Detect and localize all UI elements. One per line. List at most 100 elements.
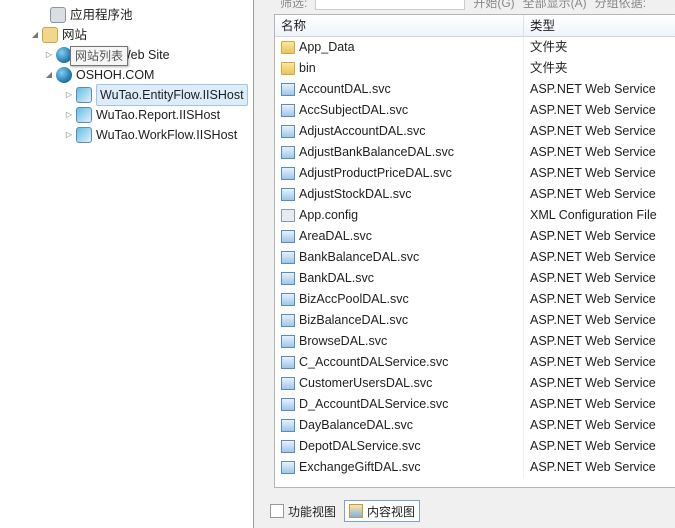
tree-node[interactable]: ▷ WuTao.Report.IISHost (64, 105, 220, 125)
item-type: ASP.NET Web Service (530, 124, 656, 138)
list-item[interactable]: BrowseDAL.svc ASP.NET Web Service (275, 331, 675, 352)
service-file-icon (281, 419, 295, 432)
features-view-icon (270, 504, 284, 518)
item-type: ASP.NET Web Service (530, 229, 656, 243)
item-name: AdjustBankBalanceDAL.svc (299, 145, 454, 159)
list-item[interactable]: BankBalanceDAL.svc ASP.NET Web Service (275, 247, 675, 268)
service-file-icon (281, 356, 295, 369)
list-item[interactable]: BizAccPoolDAL.svc ASP.NET Web Service (275, 289, 675, 310)
item-name: bin (299, 61, 316, 75)
item-type: 文件夹 (530, 40, 568, 54)
web-app-icon (76, 127, 92, 143)
item-name: AdjustAccountDAL.svc (299, 124, 426, 138)
list-item[interactable]: AccSubjectDAL.svc ASP.NET Web Service (275, 100, 675, 121)
list-item[interactable]: ExchangeGiftDAL.svc ASP.NET Web Service (275, 457, 675, 478)
filter-toolbar: 筛选: 开始(G) 全部显示(A) 分组依据: (260, 0, 675, 12)
list-item[interactable]: DepotDALService.svc ASP.NET Web Service (275, 436, 675, 457)
column-header-type[interactable]: 类型 (524, 15, 675, 36)
item-name: BrowseDAL.svc (299, 334, 388, 348)
item-type: ASP.NET Web Service (530, 460, 656, 474)
service-file-icon (281, 314, 295, 327)
item-type: ASP.NET Web Service (530, 103, 656, 117)
service-file-icon (281, 125, 295, 138)
tree-node-label: WuTao.WorkFlow.IISHost (96, 128, 238, 142)
item-name: AdjustStockDAL.svc (299, 187, 412, 201)
file-list: 名称 类型 App_Data 文件夹 bin 文件夹 AccountDAL.svc ASP… (274, 14, 675, 488)
tree-node[interactable]: ▷ WuTao.EntityFlow.IISHost (64, 84, 248, 106)
list-item[interactable]: App.config XML Configuration File (275, 205, 675, 226)
tree-node[interactable]: 应用程序池 (38, 5, 133, 25)
item-type: ASP.NET Web Service (530, 376, 656, 390)
tab-label: 内容视图 (367, 504, 416, 519)
web-app-icon (76, 87, 92, 103)
item-name: App.config (299, 208, 359, 222)
item-type: XML Configuration File (530, 208, 657, 222)
service-file-icon (281, 146, 295, 159)
sites-folder-icon (42, 27, 58, 43)
expander-icon[interactable]: ▷ (64, 125, 74, 145)
content-view-icon (349, 504, 364, 518)
item-type: ASP.NET Web Service (530, 166, 656, 180)
item-name: DayBalanceDAL.svc (299, 418, 413, 432)
item-name: AdjustProductPriceDAL.svc (299, 166, 452, 180)
filter-input[interactable] (315, 0, 466, 10)
item-name: App_Data (299, 40, 355, 54)
folder-icon (281, 41, 295, 54)
list-item[interactable]: App_Data 文件夹 (275, 37, 675, 58)
list-item[interactable]: BankDAL.svc ASP.NET Web Service (275, 268, 675, 289)
list-item[interactable]: BizBalanceDAL.svc ASP.NET Web Service (275, 310, 675, 331)
list-item[interactable]: AccountDAL.svc ASP.NET Web Service (275, 79, 675, 100)
filter-label: 筛选: (280, 0, 308, 10)
tab-features-view[interactable]: 功能视图 (266, 500, 340, 522)
group-by-label[interactable]: 分组依据: (595, 0, 646, 11)
item-name: AccSubjectDAL.svc (299, 103, 409, 117)
item-name: BizBalanceDAL.svc (299, 313, 409, 327)
show-all-button[interactable]: 全部显示(A) (523, 0, 587, 11)
service-file-icon (281, 377, 295, 390)
list-item[interactable]: bin 文件夹 (275, 58, 675, 79)
tab-label: 功能视图 (288, 504, 337, 519)
web-app-icon (76, 107, 92, 123)
list-item[interactable]: AdjustBankBalanceDAL.svc ASP.NET Web Serv… (275, 142, 675, 163)
service-file-icon (281, 461, 295, 474)
list-item[interactable]: AdjustAccountDAL.svc ASP.NET Web Service (275, 121, 675, 142)
expander-icon[interactable]: ◢ (44, 65, 54, 85)
expander-icon[interactable]: ▷ (64, 105, 74, 125)
service-file-icon (281, 251, 295, 264)
service-file-icon (281, 293, 295, 306)
list-item[interactable]: AdjustStockDAL.svc ASP.NET Web Service (275, 184, 675, 205)
go-button[interactable]: 开始(G) (473, 0, 514, 11)
expander-icon[interactable]: ▷ (44, 45, 54, 65)
list-item[interactable]: DayBalanceDAL.svc ASP.NET Web Service (275, 415, 675, 436)
list-item[interactable]: AreaDAL.svc ASP.NET Web Service (275, 226, 675, 247)
tab-content-view[interactable]: 内容视图 (344, 500, 421, 522)
service-file-icon (281, 167, 295, 180)
content-view-pane: 筛选: 开始(G) 全部显示(A) 分组依据: 名称 类型 App_Data 文件… (260, 0, 675, 528)
tree-node[interactable]: ◢ 网站 (30, 25, 87, 45)
list-item[interactable]: AdjustProductPriceDAL.svc ASP.NET Web Ser… (275, 163, 675, 184)
item-name: BankDAL.svc (299, 271, 375, 285)
item-name: AreaDAL.svc (299, 229, 372, 243)
service-file-icon (281, 335, 295, 348)
expander-icon[interactable]: ◢ (30, 25, 40, 45)
item-name: BizAccPoolDAL.svc (299, 292, 409, 306)
list-header: 名称 类型 (275, 15, 675, 37)
service-file-icon (281, 272, 295, 285)
item-type: ASP.NET Web Service (530, 439, 656, 453)
item-name: DepotDALService.svc (299, 439, 421, 453)
service-file-icon (281, 398, 295, 411)
tree-node[interactable]: ◢ OSHOH.COM (44, 65, 154, 85)
list-item[interactable]: D_AccountDALService.svc ASP.NET Web Servi… (275, 394, 675, 415)
tree-node[interactable]: ▷ WuTao.WorkFlow.IISHost (64, 125, 237, 145)
expander-icon[interactable]: ▷ (64, 85, 74, 105)
tree-node-label: WuTao.Report.IISHost (96, 108, 221, 122)
item-type: ASP.NET Web Service (530, 334, 656, 348)
item-type: ASP.NET Web Service (530, 250, 656, 264)
item-type: ASP.NET Web Service (530, 145, 656, 159)
tree-node-label: 应用程序池 (70, 8, 133, 22)
item-name: BankBalanceDAL.svc (299, 250, 420, 264)
column-header-name[interactable]: 名称 (275, 15, 524, 36)
list-item[interactable]: C_AccountDALService.svc ASP.NET Web Servi… (275, 352, 675, 373)
list-item[interactable]: CustomerUsersDAL.svc ASP.NET Web Service (275, 373, 675, 394)
item-name: CustomerUsersDAL.svc (299, 376, 433, 390)
